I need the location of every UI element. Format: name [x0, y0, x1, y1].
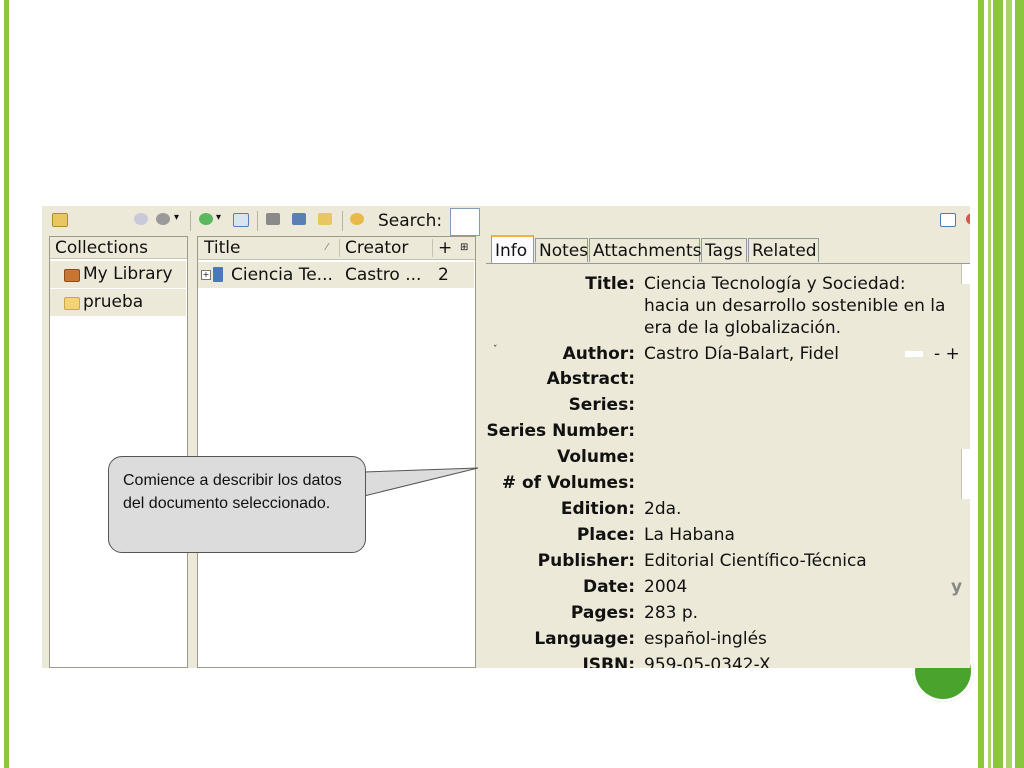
- field-title: Title: Ciencia Tecnología y Sociedad: ha…: [487, 273, 970, 339]
- column-divider: [432, 239, 433, 257]
- field-label[interactable]: Abstract:: [547, 368, 635, 390]
- author-mode-toggle[interactable]: [905, 351, 923, 357]
- right-green-stripe: [978, 0, 984, 768]
- publisher-value[interactable]: Editorial Científico-Técnica: [644, 550, 954, 572]
- place-value[interactable]: La Habana: [644, 524, 954, 546]
- scroll-indicator: [961, 449, 970, 499]
- toolbar-separator: [257, 211, 258, 231]
- library-icon: [64, 269, 80, 282]
- item-attachment-count: 2: [438, 265, 449, 285]
- close-icon[interactable]: [966, 213, 970, 225]
- tab-tags[interactable]: Tags: [701, 238, 747, 262]
- field-label: Title:: [585, 274, 635, 294]
- search-input[interactable]: [450, 208, 480, 236]
- creator-type-dropdown-icon[interactable]: ˇ: [493, 339, 498, 361]
- pages-value[interactable]: 283 p.: [644, 602, 954, 624]
- items-header: Title ⁄ Creator + ⊞: [198, 237, 475, 260]
- field-label: Edition:: [560, 499, 635, 519]
- collections-header[interactable]: Collections: [50, 237, 187, 259]
- field-label[interactable]: Series:: [569, 394, 635, 416]
- right-green-stripe: [1015, 0, 1024, 768]
- toolbar-separator: [342, 211, 343, 231]
- title-value[interactable]: Ciencia Tecnología y Sociedad: hacia un …: [644, 273, 954, 339]
- toolbar-separator: [190, 211, 191, 231]
- collection-label: prueba: [83, 292, 144, 312]
- left-green-stripe: [4, 0, 9, 768]
- right-green-stripe: [993, 0, 1003, 768]
- chevron-down-icon[interactable]: ▾: [216, 212, 221, 223]
- tab-notes[interactable]: Notes: [535, 238, 588, 262]
- field-label: Language:: [534, 629, 635, 649]
- column-picker-icon[interactable]: ⊞: [460, 237, 468, 259]
- collection-item-my-library[interactable]: My Library: [50, 261, 186, 288]
- callout-text: Comience a describir los datos del docum…: [123, 472, 342, 512]
- gear-icon[interactable]: [156, 213, 170, 225]
- tab-info[interactable]: Info: [491, 235, 534, 263]
- sort-icon: ⁄: [326, 242, 328, 253]
- link-icon[interactable]: [266, 213, 280, 225]
- new-collection-icon[interactable]: [52, 213, 68, 227]
- new-note-icon[interactable]: [233, 213, 249, 227]
- tab-attachments[interactable]: Attachments: [589, 238, 702, 262]
- edition-value[interactable]: 2da.: [644, 498, 954, 520]
- collection-label: My Library: [83, 264, 173, 284]
- field-label: ISBN:: [582, 655, 635, 668]
- field-label: Pages:: [570, 603, 635, 623]
- callout-pointer-joint: [362, 473, 365, 495]
- remove-icon[interactable]: [134, 213, 148, 225]
- toolbar: ▾ ▾ Search:: [42, 206, 970, 236]
- field-author: ˇ Author: Castro Día-Balart, Fidel - +: [487, 343, 970, 365]
- field-label[interactable]: # of Volumes:: [502, 472, 635, 494]
- chevron-down-icon[interactable]: ▾: [174, 212, 179, 223]
- callout-bubble: Comience a describir los datos del docum…: [108, 456, 366, 553]
- search-label: Search:: [378, 211, 443, 231]
- new-item-icon[interactable]: [199, 213, 213, 225]
- field-label: Date:: [582, 577, 635, 597]
- language-value[interactable]: español-inglés: [644, 628, 954, 650]
- table-row[interactable]: + Ciencia Te... Castro ... 2: [198, 262, 474, 288]
- date-parse-indicator: y: [951, 577, 963, 597]
- right-green-stripe: [988, 0, 991, 768]
- collection-item-prueba[interactable]: prueba: [50, 289, 186, 316]
- zotero-screenshot: ▾ ▾ Search: Collections My Library prueb…: [42, 206, 970, 668]
- info-panel: Title: Ciencia Tecnología y Sociedad: ha…: [487, 264, 970, 668]
- field-label: Place:: [576, 525, 635, 545]
- tab-related[interactable]: Related: [748, 238, 819, 262]
- field-label: Publisher:: [537, 551, 635, 571]
- folder-icon: [64, 297, 80, 310]
- collections-header-label: Collections: [55, 238, 148, 258]
- isbn-value[interactable]: 959-05-0342-X: [644, 654, 954, 668]
- items-pane: Title ⁄ Creator + ⊞ + Ciencia Te... Cast…: [197, 236, 476, 668]
- fullscreen-icon[interactable]: [940, 213, 956, 227]
- attachment-icon[interactable]: [292, 213, 306, 225]
- column-header-attachments[interactable]: +: [438, 237, 452, 259]
- book-icon: [213, 267, 223, 282]
- collections-pane: Collections My Library prueba: [49, 236, 188, 668]
- column-header-creator[interactable]: Creator: [345, 237, 408, 259]
- field-label[interactable]: Volume:: [557, 446, 635, 468]
- field-label[interactable]: Author:: [563, 343, 635, 365]
- date-value[interactable]: 2004: [644, 576, 954, 598]
- column-divider: [339, 239, 340, 257]
- item-creator: Castro ...: [345, 265, 422, 285]
- export-icon[interactable]: [318, 213, 332, 225]
- item-title: Ciencia Te...: [231, 265, 333, 285]
- right-green-stripe: [1006, 0, 1012, 768]
- expand-icon[interactable]: +: [201, 270, 211, 280]
- field-label[interactable]: Series Number:: [487, 420, 635, 442]
- search-icon[interactable]: [350, 213, 364, 225]
- column-header-title[interactable]: Title: [204, 237, 240, 259]
- author-add-remove-controls[interactable]: - +: [934, 343, 960, 365]
